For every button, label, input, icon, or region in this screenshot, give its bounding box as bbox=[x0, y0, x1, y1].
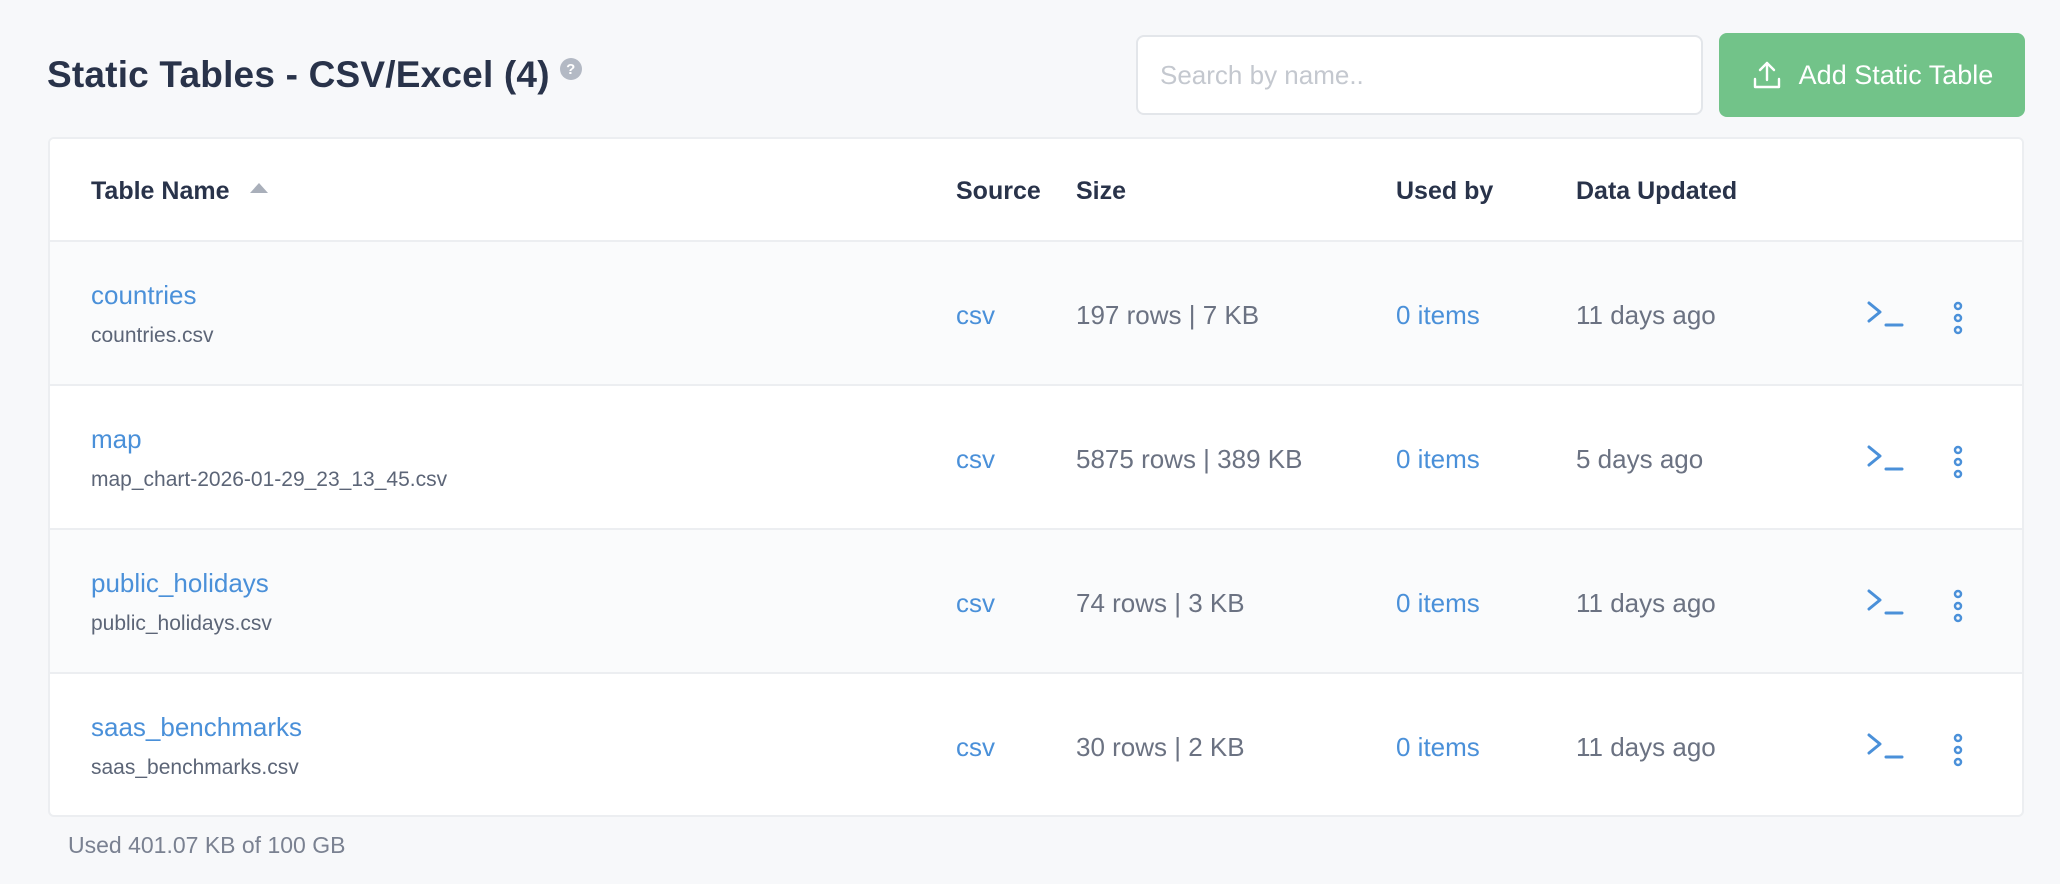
table-row: map map_chart-2026-01-29_23_13_45.csv cs… bbox=[50, 386, 2022, 530]
used-by-link[interactable]: 0 items bbox=[1396, 300, 1480, 331]
table-header: Table Name Source Size Used by Data Upda… bbox=[50, 139, 2022, 242]
used-by-link[interactable]: 0 items bbox=[1396, 444, 1480, 475]
storage-usage-text: Used 401.07 KB of 100 GB bbox=[68, 832, 346, 858]
data-updated-value: 11 days ago bbox=[1576, 300, 1716, 330]
console-icon[interactable] bbox=[1865, 586, 1905, 620]
source-link[interactable]: csv bbox=[956, 444, 995, 475]
source-link[interactable]: csv bbox=[956, 300, 995, 331]
source-link[interactable]: csv bbox=[956, 732, 995, 763]
title-group: Static Tables - CSV/Excel (4) ? bbox=[47, 52, 582, 98]
column-header-source[interactable]: Source bbox=[956, 177, 1041, 206]
size-value: 30 rows | 2 KB bbox=[1076, 732, 1245, 762]
used-by-link[interactable]: 0 items bbox=[1396, 588, 1480, 619]
more-vertical-icon[interactable] bbox=[1948, 442, 1968, 482]
file-name: public_holidays.csv bbox=[91, 612, 272, 635]
table-name-link[interactable]: public_holidays bbox=[91, 568, 269, 599]
table-name-link[interactable]: saas_benchmarks bbox=[91, 712, 302, 743]
page-header: Static Tables - CSV/Excel (4) ? Add Stat… bbox=[47, 32, 2025, 122]
file-name: map_chart-2026-01-29_23_13_45.csv bbox=[91, 468, 448, 491]
console-icon[interactable] bbox=[1865, 730, 1905, 764]
help-icon[interactable]: ? bbox=[559, 58, 582, 80]
more-vertical-icon[interactable] bbox=[1948, 298, 1968, 338]
column-header-table-name[interactable]: Table Name bbox=[91, 177, 269, 206]
file-name: saas_benchmarks.csv bbox=[91, 756, 299, 779]
size-value: 5875 rows | 389 KB bbox=[1076, 444, 1303, 474]
data-updated-value: 11 days ago bbox=[1576, 588, 1716, 618]
data-updated-value: 11 days ago bbox=[1576, 732, 1716, 762]
table-name-link[interactable]: map bbox=[91, 424, 142, 455]
console-icon[interactable] bbox=[1865, 442, 1905, 476]
source-link[interactable]: csv bbox=[956, 588, 995, 619]
size-value: 74 rows | 3 KB bbox=[1076, 588, 1245, 618]
column-header-size[interactable]: Size bbox=[1076, 177, 1126, 206]
table-row: saas_benchmarks saas_benchmarks.csv csv … bbox=[50, 674, 2022, 815]
file-name: countries.csv bbox=[91, 324, 214, 347]
table-name-link[interactable]: countries bbox=[91, 280, 197, 311]
console-icon[interactable] bbox=[1865, 298, 1905, 332]
search-input[interactable] bbox=[1136, 35, 1703, 115]
add-static-table-button[interactable]: Add Static Table bbox=[1719, 33, 2025, 117]
static-tables-page: Static Tables - CSV/Excel (4) ? Add Stat… bbox=[0, 0, 2060, 884]
page-title: Static Tables - CSV/Excel (4) bbox=[47, 54, 550, 95]
table-row: countries countries.csv csv 197 rows | 7… bbox=[50, 242, 2022, 386]
data-updated-value: 5 days ago bbox=[1576, 444, 1704, 474]
upload-icon bbox=[1753, 61, 1780, 89]
column-label-table-name: Table Name bbox=[91, 177, 230, 205]
more-vertical-icon[interactable] bbox=[1948, 730, 1968, 770]
table-row: public_holidays public_holidays.csv csv … bbox=[50, 530, 2022, 674]
add-button-label: Add Static Table bbox=[1798, 59, 1994, 90]
column-header-data-updated[interactable]: Data Updated bbox=[1576, 177, 1737, 206]
size-value: 197 rows | 7 KB bbox=[1076, 300, 1260, 330]
sort-ascending-icon[interactable] bbox=[250, 183, 269, 193]
column-header-used-by[interactable]: Used by bbox=[1396, 177, 1493, 206]
more-vertical-icon[interactable] bbox=[1948, 586, 1968, 626]
static-tables-table: Table Name Source Size Used by Data Upda… bbox=[48, 137, 2024, 817]
used-by-link[interactable]: 0 items bbox=[1396, 732, 1480, 763]
